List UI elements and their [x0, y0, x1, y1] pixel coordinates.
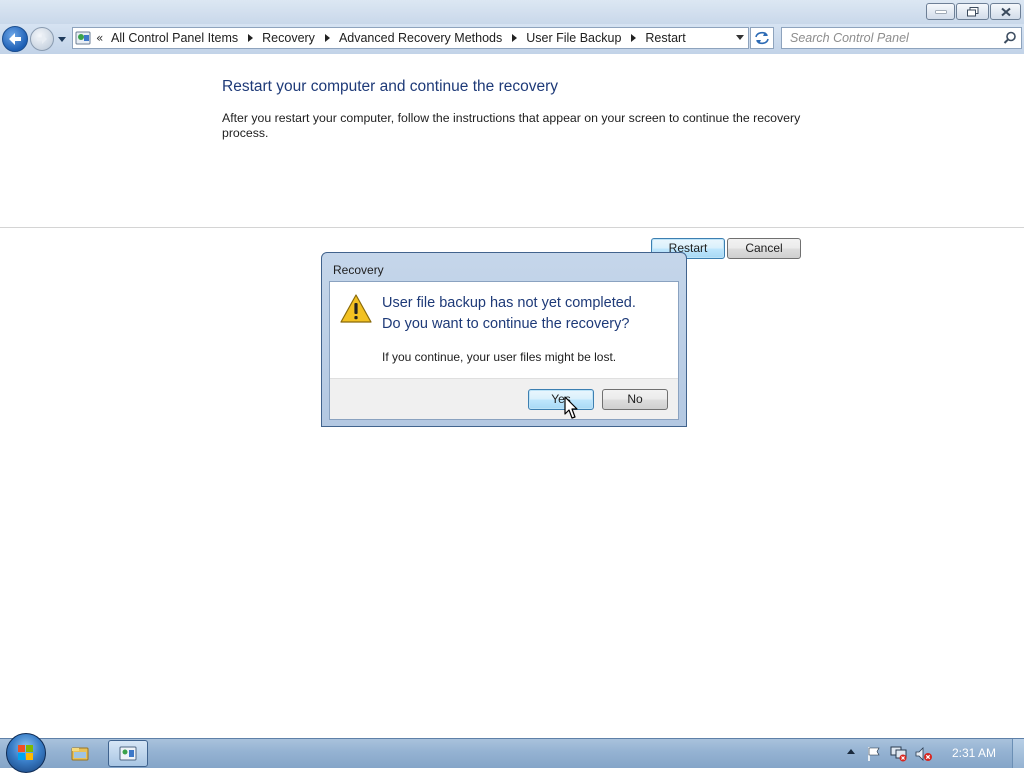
taskbar-explorer-button[interactable] [60, 740, 100, 767]
control-panel-icon [75, 31, 91, 45]
arrow-right-icon [37, 34, 47, 44]
minimize-icon [935, 10, 946, 13]
divider [0, 227, 1024, 228]
chevron-right-icon[interactable] [512, 34, 518, 42]
breadcrumb-item-user-file-backup[interactable]: User File Backup [526, 31, 621, 45]
system-clock[interactable]: 2:31 AM [944, 739, 1004, 767]
breadcrumb-item-restart[interactable]: Restart [645, 31, 685, 45]
chevron-right-icon[interactable] [324, 34, 330, 42]
breadcrumb-item-advanced-recovery-methods[interactable]: Advanced Recovery Methods [339, 31, 502, 45]
taskbar-control-panel-button[interactable] [108, 740, 148, 767]
show-desktop-button[interactable] [1012, 739, 1024, 768]
breadcrumb-item-recovery[interactable]: Recovery [262, 31, 315, 45]
search-placeholder: Search Control Panel [790, 31, 909, 45]
close-button[interactable] [990, 3, 1021, 20]
action-center-flag-icon[interactable] [866, 746, 882, 762]
dialog-message-line1: User file backup has not yet completed. [382, 295, 636, 311]
instructions-text: After you restart your computer, follow … [222, 111, 801, 140]
taskbar: 2:31 AM [0, 733, 1024, 773]
breadcrumb-item-all-control-panel-items[interactable]: All Control Panel Items [111, 31, 238, 45]
refresh-button[interactable] [750, 27, 774, 49]
window-title-bar [0, 0, 1024, 24]
network-icon[interactable] [890, 745, 908, 762]
restore-icon [966, 6, 978, 16]
minimize-button[interactable] [926, 3, 955, 20]
dialog-warning-text: If you continue, your user files might b… [382, 350, 617, 364]
back-button[interactable] [2, 26, 28, 52]
recovery-dialog: Recovery User file backup has not yet co… [321, 252, 687, 427]
page-title: Restart your computer and continue the r… [222, 78, 559, 95]
forward-button[interactable] [30, 27, 54, 51]
cancel-button[interactable]: Cancel [727, 238, 801, 259]
dialog-title: Recovery [333, 263, 384, 277]
chevron-right-icon[interactable] [248, 34, 254, 42]
restore-button[interactable] [956, 3, 989, 20]
address-dropdown-icon[interactable] [736, 35, 744, 40]
chevron-right-icon[interactable] [631, 34, 637, 42]
show-hidden-icons-arrow[interactable] [847, 749, 855, 754]
breadcrumb: All Control Panel Items Recovery Advance… [111, 28, 686, 48]
start-button[interactable] [6, 733, 46, 773]
explorer-icon [71, 747, 89, 761]
search-input[interactable]: Search Control Panel [781, 27, 1022, 49]
refresh-icon [755, 31, 769, 45]
no-button[interactable]: No [602, 389, 668, 410]
yes-button[interactable]: Yes [528, 389, 594, 410]
address-bar[interactable]: « All Control Panel Items Recovery Advan… [72, 27, 749, 49]
windows-logo-icon [18, 745, 33, 760]
mouse-cursor-icon [564, 396, 578, 419]
control-panel-icon [119, 746, 137, 761]
search-icon[interactable] [1003, 31, 1017, 45]
volume-muted-icon[interactable] [915, 746, 933, 762]
recent-pages-dropdown-icon[interactable] [57, 33, 67, 45]
dialog-message: User file backup has not yet completed. … [382, 293, 672, 335]
warning-icon [340, 294, 372, 323]
navigation-bar: « All Control Panel Items Recovery Advan… [0, 24, 1024, 54]
breadcrumb-overflow-icon[interactable]: « [96, 30, 103, 46]
close-icon [1000, 7, 1011, 16]
dialog-message-line2: Do you want to continue the recovery? [382, 316, 630, 332]
arrow-left-icon [9, 33, 21, 45]
